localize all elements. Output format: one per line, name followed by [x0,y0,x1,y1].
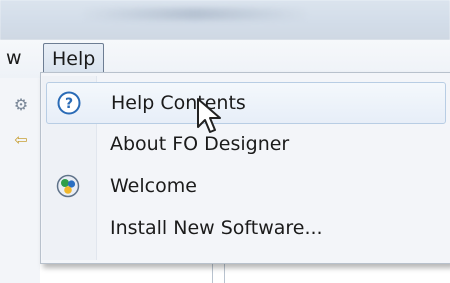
menu-item-label: Help Contents [111,92,246,114]
menu-item-about[interactable]: About FO Designer [46,124,444,164]
menu-item-install-new-software[interactable]: Install New Software... [46,208,444,248]
menu-item-label: Install New Software... [110,217,323,239]
mouse-cursor-icon [197,98,221,133]
menu-help[interactable]: Help [43,43,105,75]
help-question-icon: ? [57,91,81,115]
tool-icon[interactable]: ⚙ [12,96,30,114]
arrow-icon[interactable]: ⇦ [12,131,30,149]
welcome-circles-icon [56,174,80,198]
menu-item-help-contents[interactable]: ? Help Contents [46,82,446,124]
window-titlebar [0,0,450,40]
left-toolbar-strip: ⚙ ⇦ [0,78,40,283]
menu-item-welcome[interactable]: Welcome [46,166,444,206]
svg-text:?: ? [65,96,73,112]
titlebar-blur [80,8,310,20]
menu-item-label: Welcome [110,175,197,197]
menu-window-partial[interactable]: w [0,43,46,73]
